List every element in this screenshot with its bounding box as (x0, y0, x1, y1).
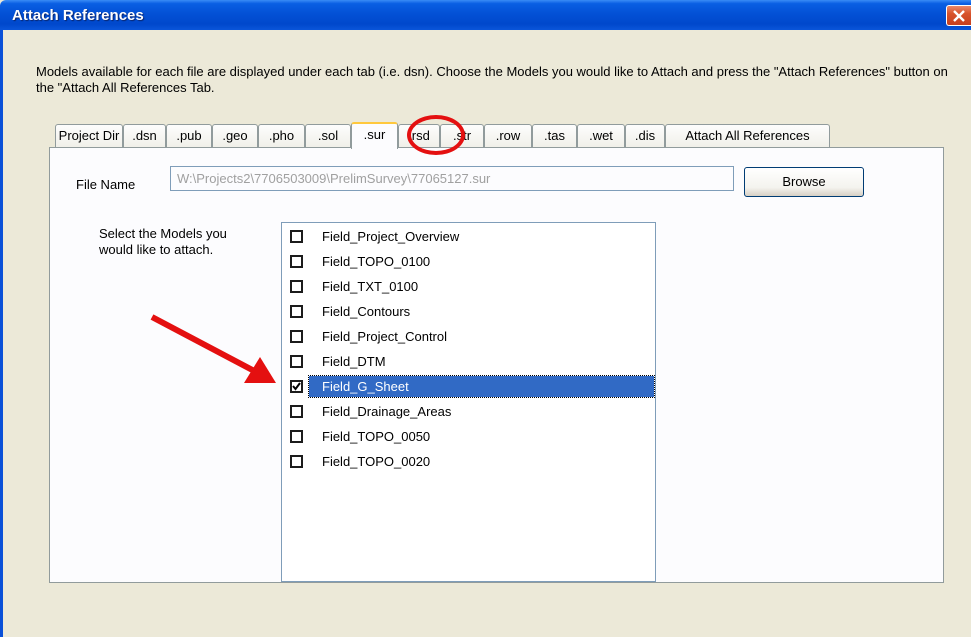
tab-dis[interactable]: .dis (625, 124, 665, 148)
window-title: Attach References (12, 7, 144, 24)
close-icon (953, 10, 965, 22)
list-item[interactable]: Field_TOPO_0100 (285, 250, 654, 274)
file-name-label: File Name (76, 177, 136, 192)
list-item[interactable]: Field_Project_Overview (285, 225, 654, 249)
checkbox-icon[interactable] (290, 330, 303, 343)
model-name: Field_TOPO_0100 (322, 254, 431, 269)
list-item[interactable]: Field_DTM (285, 350, 654, 374)
model-name: Field_Project_Control (322, 329, 448, 344)
attach-references-dialog: Attach References Models available for e… (0, 0, 971, 637)
checkbox-icon[interactable] (290, 380, 303, 393)
annotation-circle (407, 115, 465, 155)
model-name: Field_Contours (322, 304, 411, 319)
tab-row[interactable]: .row (484, 124, 532, 148)
list-item[interactable]: Field_TOPO_0020 (285, 450, 654, 474)
checkbox-icon[interactable] (290, 280, 303, 293)
checkbox-icon[interactable] (290, 405, 303, 418)
tab-pub[interactable]: .pub (166, 124, 212, 148)
model-name: Field_TOPO_0050 (322, 429, 431, 444)
tab-attach-all-references[interactable]: Attach All References (665, 124, 830, 148)
models-label-line1: Select the Models you (99, 226, 227, 241)
checkbox-icon[interactable] (290, 255, 303, 268)
tab-geo[interactable]: .geo (212, 124, 258, 148)
list-item[interactable]: Field_Drainage_Areas (285, 400, 654, 424)
model-name: Field_TXT_0100 (322, 279, 419, 294)
window-frame-left (0, 30, 3, 637)
model-name: Field_Project_Overview (322, 229, 460, 244)
tab-sol[interactable]: .sol (305, 124, 351, 148)
tab-wet[interactable]: .wet (577, 124, 625, 148)
tab-tas[interactable]: .tas (532, 124, 577, 148)
checkbox-icon[interactable] (290, 230, 303, 243)
checkbox-icon[interactable] (290, 305, 303, 318)
list-item[interactable]: Field_TOPO_0050 (285, 425, 654, 449)
list-item[interactable]: Field_G_Sheet (285, 375, 655, 399)
tab-project-dir[interactable]: Project Dir (55, 124, 123, 148)
models-label-line2: would like to attach. (99, 242, 214, 257)
checkbox-icon[interactable] (290, 355, 303, 368)
tab-pho[interactable]: .pho (258, 124, 305, 148)
browse-button[interactable]: Browse (744, 167, 864, 197)
model-name: Field_G_Sheet (322, 379, 409, 394)
arrow-icon (150, 314, 276, 383)
checkbox-icon[interactable] (290, 455, 303, 468)
tab-dsn[interactable]: .dsn (123, 124, 166, 148)
models-listbox[interactable]: Field_Project_Overview Field_TOPO_0100 Fie… (281, 222, 656, 582)
model-name: Field_Drainage_Areas (322, 404, 452, 419)
model-name: Field_DTM (322, 354, 386, 369)
close-button[interactable] (946, 5, 971, 26)
tab-sur[interactable]: .sur (351, 122, 398, 149)
checkbox-icon[interactable] (290, 430, 303, 443)
list-item[interactable]: Field_Project_Control (285, 325, 654, 349)
checkmark-icon (292, 382, 301, 391)
list-item[interactable]: Field_Contours (285, 300, 654, 324)
model-name: Field_TOPO_0020 (322, 454, 431, 469)
list-item[interactable]: Field_TXT_0100 (285, 275, 654, 299)
instructions-text: Models available for each file are displ… (36, 64, 948, 95)
file-name-field[interactable]: W:\Projects2\7706503009\PrelimSurvey\770… (170, 166, 734, 191)
title-bar[interactable]: Attach References (0, 0, 971, 30)
